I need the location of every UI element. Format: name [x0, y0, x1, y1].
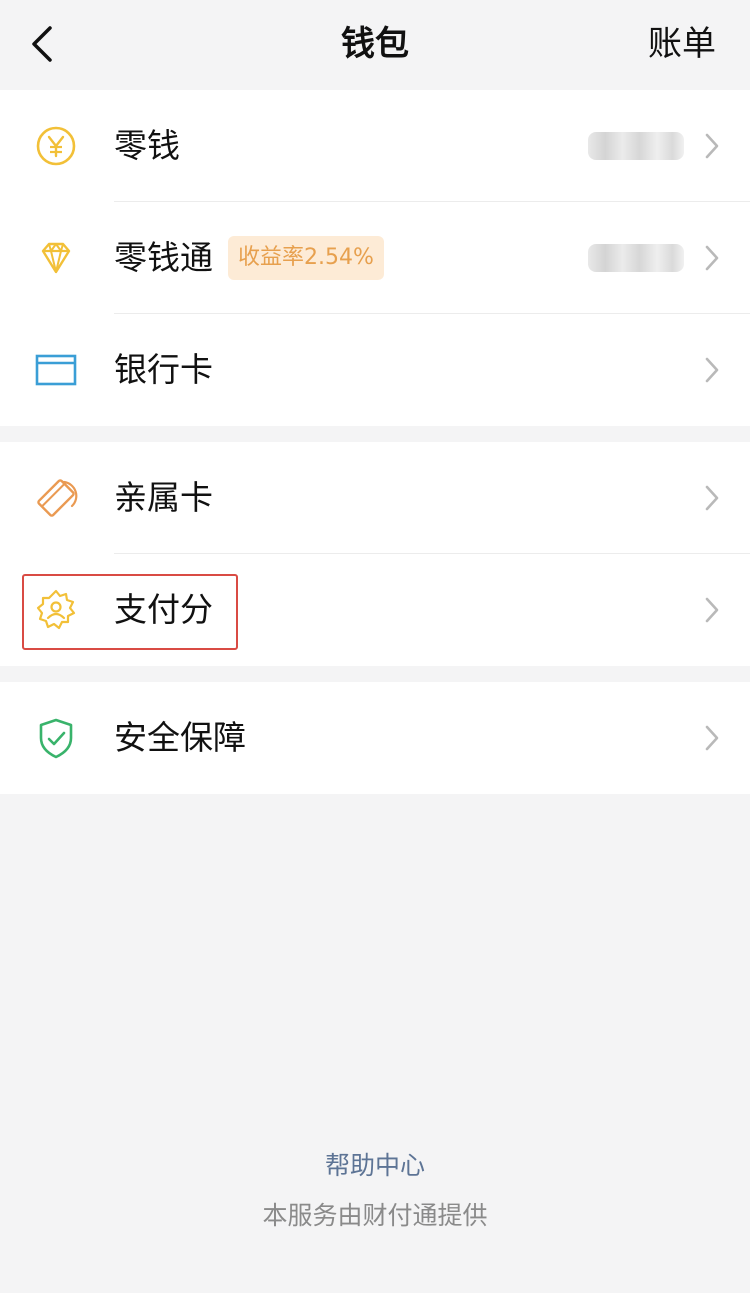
- page-title: 钱包: [341, 24, 409, 64]
- chevron-right-icon: [705, 725, 719, 751]
- change-plus-label: 零钱通: [114, 238, 213, 277]
- cards-group: 亲属卡 支付分: [0, 442, 750, 666]
- shield-check-icon: [39, 718, 73, 759]
- list-item-change-plus[interactable]: 零钱通 收益率2.54%: [0, 202, 750, 314]
- hidden-balance: [588, 244, 684, 272]
- change-label: 零钱: [114, 126, 180, 165]
- list-item-bank-card[interactable]: 银行卡: [0, 314, 750, 426]
- chevron-right-icon: [705, 133, 719, 159]
- chevron-right-icon: [705, 245, 719, 271]
- chevron-right-icon: [705, 597, 719, 623]
- security-group: 安全保障: [0, 682, 750, 794]
- bank-card-label: 银行卡: [114, 350, 213, 389]
- bills-button[interactable]: 账单: [648, 18, 716, 70]
- family-card-icon: [37, 479, 78, 517]
- bank-card-icon: [35, 354, 77, 386]
- list-item-security[interactable]: 安全保障: [0, 682, 750, 794]
- security-label: 安全保障: [114, 718, 246, 757]
- yield-rate-badge: 收益率2.54%: [228, 236, 384, 280]
- yuan-coin-icon: [36, 126, 76, 166]
- chevron-right-icon: [705, 485, 719, 511]
- diamond-icon: [41, 242, 71, 274]
- list-item-change[interactable]: 零钱: [0, 90, 750, 202]
- help-center-link[interactable]: 帮助中心: [0, 1148, 750, 1184]
- pay-score-label: 支付分: [114, 590, 213, 629]
- hidden-balance: [588, 132, 684, 160]
- provider-note: 本服务由财付通提供: [262, 1201, 488, 1230]
- chevron-right-icon: [705, 357, 719, 383]
- family-card-label: 亲属卡: [114, 478, 213, 517]
- list-item-family-card[interactable]: 亲属卡: [0, 442, 750, 554]
- badge-user-icon: [36, 589, 76, 630]
- wallet-funds-group: 零钱 零钱通 收益率2.54% 银行卡: [0, 90, 750, 426]
- list-item-pay-score[interactable]: 支付分: [0, 554, 750, 666]
- navigation-bar: 钱包 账单: [0, 0, 750, 88]
